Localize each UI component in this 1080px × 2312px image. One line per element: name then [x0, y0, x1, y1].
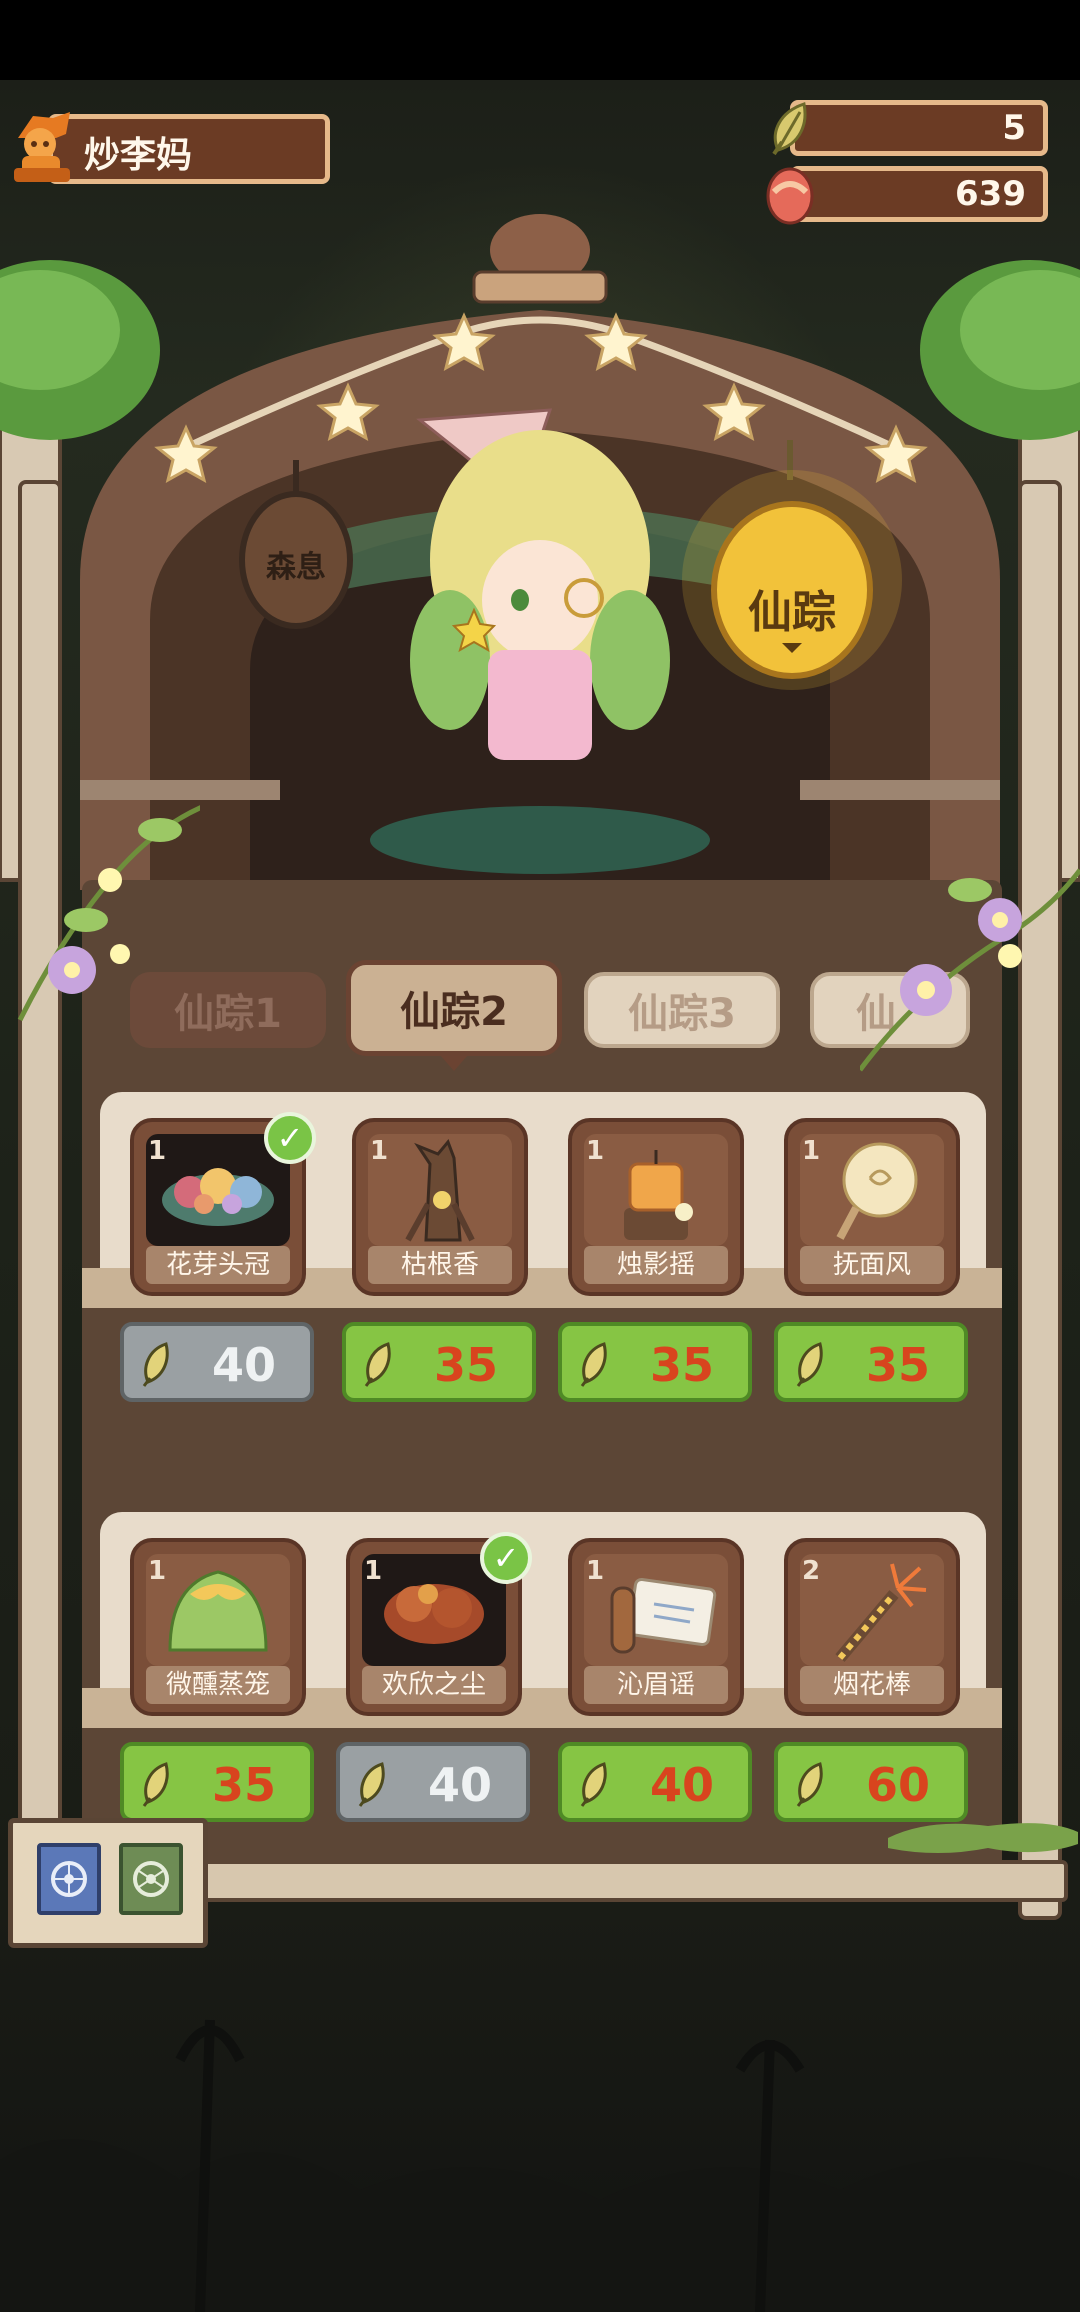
tab-label: 仙踪2: [400, 989, 508, 1035]
item-name: 欢欣之尘: [362, 1666, 506, 1704]
price-button[interactable]: 35: [120, 1742, 314, 1822]
price-value: 35: [865, 1338, 930, 1392]
root-incense-icon: [405, 1139, 475, 1242]
price-value: 35: [649, 1338, 714, 1392]
mode-switcher: [8, 1818, 208, 1948]
price-button[interactable]: 40: [558, 1742, 752, 1822]
rest-sign-label[interactable]: 森息: [256, 542, 336, 586]
price-value: 40: [211, 1338, 276, 1392]
item-count: 1: [586, 1556, 605, 1586]
price-value: 35: [211, 1758, 276, 1812]
leaf-icon: [580, 1762, 607, 1807]
camera-icon: [51, 1861, 87, 1897]
scroll-icon: [610, 1577, 717, 1654]
leaf-icon: [796, 1762, 823, 1807]
tab-bar: 仙踪1 仙踪2 仙踪3 仙: [130, 958, 970, 1071]
item-name: 烛影摇: [584, 1246, 728, 1284]
status-bar-area: [0, 0, 1080, 80]
right-post: [1018, 480, 1062, 1920]
item-image: [584, 1554, 728, 1666]
chevron-down-icon: [780, 640, 804, 654]
item-name: 枯根香: [368, 1246, 512, 1284]
foreground-plants: [0, 2019, 1080, 2312]
item-name: 烟花棒: [800, 1666, 944, 1704]
shop-item[interactable]: 2 烟花棒: [784, 1538, 960, 1716]
hand-fan-icon: [836, 1142, 918, 1240]
fairy-trail-sign-label[interactable]: 仙踪: [732, 576, 852, 640]
camera-mode-button[interactable]: [37, 1843, 101, 1915]
price-button[interactable]: 35: [342, 1322, 536, 1402]
right-vine-decoration: [860, 868, 1080, 1072]
moss-decoration: [888, 1823, 1078, 1853]
leaf-icon: [364, 1342, 391, 1387]
aperture-icon: [133, 1861, 169, 1897]
leaf-icon: [772, 102, 807, 156]
price-button[interactable]: 35: [558, 1322, 752, 1402]
price-value: 40: [427, 1758, 492, 1812]
item-name: 沁眉谣: [584, 1666, 728, 1704]
item-count: 1: [586, 1136, 605, 1166]
item-count: 1: [370, 1136, 389, 1166]
player-profile[interactable]: 炒李妈: [8, 108, 330, 190]
item-image: [146, 1554, 290, 1666]
shop-item[interactable]: 1 枯根香: [352, 1118, 528, 1296]
leaf-icon: [142, 1762, 169, 1807]
leaf-currency-counter[interactable]: 5: [760, 100, 1048, 156]
price-button[interactable]: 40: [120, 1322, 314, 1402]
owned-check-icon: ✓: [480, 1532, 532, 1584]
item-count: 2: [802, 1556, 821, 1586]
tab-fairy-trail-2[interactable]: 仙踪2: [346, 960, 562, 1071]
shop-item[interactable]: 1 微醺蒸笼: [130, 1538, 306, 1716]
item-image: [800, 1554, 944, 1666]
item-count: 1: [148, 1136, 167, 1166]
shop-item[interactable]: 1 烛影摇: [568, 1118, 744, 1296]
tab-fairy-trail-3[interactable]: 仙踪3: [584, 972, 780, 1048]
leaf-icon: [580, 1342, 607, 1387]
leaf-count: 5: [1002, 108, 1026, 148]
price-value: 60: [865, 1758, 930, 1812]
item-name: 花芽头冠: [146, 1246, 290, 1284]
candle-icon: [624, 1150, 693, 1240]
shop-item[interactable]: 1 抚面风: [784, 1118, 960, 1296]
price-button[interactable]: 40: [336, 1742, 530, 1822]
game-background: 炒李妈 5 639 森息 仙踪 仙踪1 仙踪2 仙踪3 仙 1 花芽头冠 ✓ 1…: [0, 0, 1080, 2312]
item-name: 抚面风: [800, 1246, 944, 1284]
leaf-icon: [796, 1342, 823, 1387]
photo-mode-button[interactable]: [119, 1843, 183, 1915]
shop-item[interactable]: 1 沁眉谣: [568, 1538, 744, 1716]
item-image: [800, 1134, 944, 1246]
price-value: 40: [649, 1758, 714, 1812]
left-post: [18, 480, 62, 1920]
player-name: 炒李妈: [84, 135, 193, 176]
owned-check-icon: ✓: [264, 1112, 316, 1164]
price-button[interactable]: 60: [774, 1742, 968, 1822]
price-value: 35: [433, 1338, 498, 1392]
leaf-icon: [358, 1762, 385, 1807]
item-name: 微醺蒸笼: [146, 1666, 290, 1704]
price-button[interactable]: 35: [774, 1322, 968, 1402]
sparkler-icon: [835, 1563, 927, 1662]
item-count: 1: [148, 1556, 167, 1586]
item-image: [584, 1134, 728, 1246]
player-avatar-icon[interactable]: [8, 108, 78, 190]
item-image: [368, 1134, 512, 1246]
steamer-bun-icon: [168, 1570, 268, 1652]
tab-label: 仙踪3: [628, 991, 736, 1037]
item-count: 1: [802, 1136, 821, 1166]
leaf-icon: [142, 1342, 169, 1387]
item-count: 1: [364, 1556, 383, 1586]
left-vine-decoration: [17, 805, 200, 1022]
